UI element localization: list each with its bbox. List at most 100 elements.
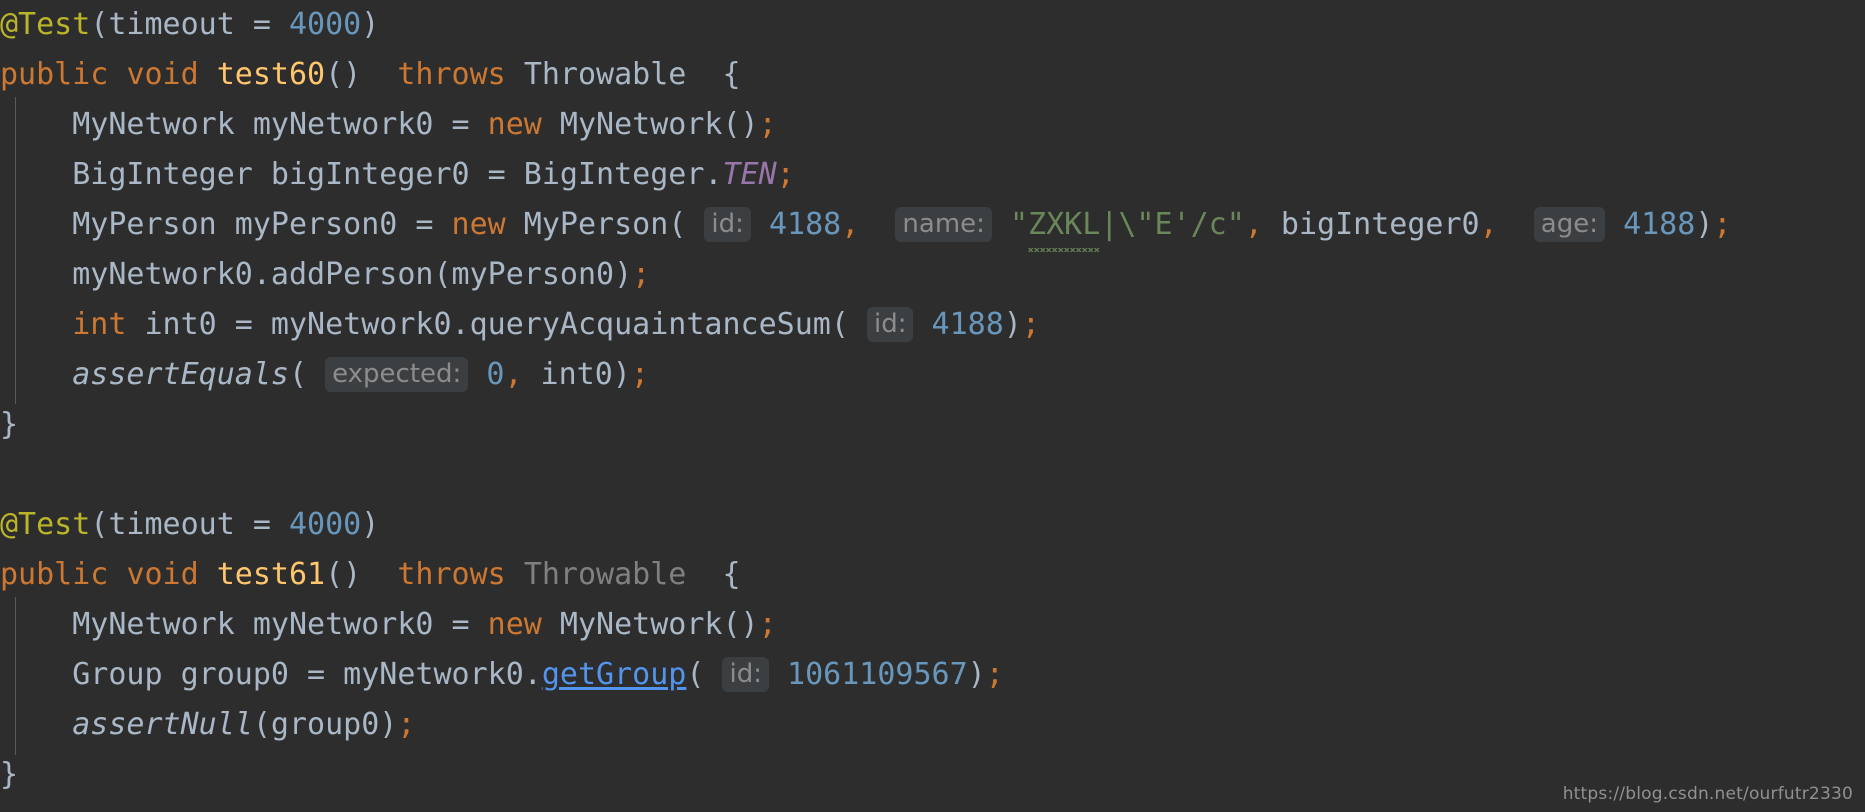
code-line[interactable]: BigInteger bigInteger0 = BigInteger.TEN; xyxy=(0,150,1865,200)
code-token-punct: { xyxy=(722,557,741,592)
code-token-default: int0 = myNetwork0.queryAcquaintanceSum( xyxy=(126,307,849,342)
code-line[interactable]: assertNull(group0); xyxy=(0,700,1865,750)
code-token-keyword: new xyxy=(487,107,542,142)
code-token-comma: , xyxy=(1244,207,1263,242)
code-token-default xyxy=(849,307,867,342)
code-line[interactable]: MyNetwork myNetwork0 = new MyNetwork(); xyxy=(0,100,1865,150)
code-token-default: = xyxy=(234,507,289,542)
code-token-number: 4188 xyxy=(768,207,842,242)
code-line[interactable]: Group group0 = myNetwork0.getGroup( id: … xyxy=(0,650,1865,700)
code-token-default xyxy=(769,657,787,692)
code-token-string: |\"E'/c" xyxy=(1100,207,1245,242)
inline-parameter-hint[interactable]: expected: xyxy=(325,357,469,392)
code-editor[interactable]: @Test(timeout = 4000) public void test60(… xyxy=(0,0,1865,812)
code-token-default: MyPerson myPerson0 = xyxy=(72,207,452,242)
code-token-keyword: void xyxy=(126,57,199,92)
code-line[interactable]: MyPerson myPerson0 = new MyPerson( id: 4… xyxy=(0,200,1865,252)
code-token-default xyxy=(751,207,769,242)
code-token-default: Group group0 = myNetwork0. xyxy=(72,657,542,692)
code-token-comma: , xyxy=(1479,207,1498,242)
code-token-default xyxy=(913,307,931,342)
code-token-const: TEN xyxy=(722,157,777,192)
code-token-semi: ; xyxy=(985,657,1004,692)
code-token-default: BigInteger bigInteger0 = BigInteger. xyxy=(72,157,723,192)
code-token-default xyxy=(307,357,325,392)
code-token-default xyxy=(108,57,126,92)
code-token-default xyxy=(859,207,895,242)
code-token-default xyxy=(704,657,722,692)
code-token-annotation: @Test xyxy=(0,507,91,542)
code-token-default xyxy=(992,207,1010,242)
inline-parameter-hint[interactable]: name: xyxy=(895,207,992,242)
code-token-semi: ; xyxy=(758,107,777,142)
code-token-default: MyNetwork myNetwork0 = xyxy=(72,607,488,642)
code-token-semi: ; xyxy=(758,607,777,642)
inline-parameter-hint[interactable]: id: xyxy=(704,207,751,242)
code-token-semi: ; xyxy=(630,357,649,392)
code-token-semi: ; xyxy=(1021,307,1040,342)
code-token-default xyxy=(686,207,704,242)
code-content[interactable]: @Test(timeout = 4000) public void test60(… xyxy=(0,0,1865,812)
code-token-keyword: throws xyxy=(397,57,506,92)
inline-parameter-hint[interactable]: id: xyxy=(722,657,769,692)
inline-parameter-hint[interactable]: age: xyxy=(1533,207,1605,242)
code-line[interactable]: } xyxy=(0,400,1865,450)
code-token-default: MyNetwork() xyxy=(541,607,759,642)
spelling-warning-text: ZXKL xyxy=(1028,200,1101,252)
code-token-number: 4188 xyxy=(1623,207,1696,242)
code-line[interactable]: int int0 = myNetwork0.queryAcquaintanceS… xyxy=(0,300,1865,350)
code-line[interactable]: MyNetwork myNetwork0 = new MyNetwork(); xyxy=(0,600,1865,650)
code-token-default xyxy=(199,57,217,92)
code-token-number: 4000 xyxy=(289,7,362,42)
code-token-keyword: void xyxy=(126,557,199,592)
code-token-default xyxy=(108,557,126,592)
code-token-default: bigInteger0 xyxy=(1262,207,1480,242)
code-token-default: = xyxy=(234,7,289,42)
code-token-punct: ) xyxy=(967,657,986,692)
code-token-dim: Throwable xyxy=(523,557,687,592)
code-token-semi: ; xyxy=(776,157,795,192)
code-line[interactable]: myNetwork0.addPerson(myPerson0); xyxy=(0,250,1865,300)
code-token-default xyxy=(1498,207,1534,242)
code-token-default: myNetwork0.addPerson(myPerson0) xyxy=(72,257,633,292)
code-token-punct: ( xyxy=(686,657,705,692)
code-token-semi: ; xyxy=(1713,207,1732,242)
code-token-default: MyNetwork() xyxy=(541,107,759,142)
code-token-punct: ) xyxy=(1695,207,1714,242)
method-reference-link[interactable]: getGroup xyxy=(542,657,687,692)
inline-parameter-hint[interactable]: id: xyxy=(866,307,914,342)
code-token-default xyxy=(199,557,217,592)
code-line[interactable]: assertEquals( expected: 0, int0); xyxy=(0,350,1865,400)
code-token-static: assertNull xyxy=(72,707,253,742)
code-token-number: 4188 xyxy=(931,307,1004,342)
code-token-punct: ) xyxy=(361,7,380,42)
code-token-default xyxy=(506,557,524,592)
code-token-annotation: @Test xyxy=(0,7,91,42)
code-line[interactable] xyxy=(0,450,1865,500)
code-token-keyword: new xyxy=(487,607,542,642)
code-line[interactable]: @Test(timeout = 4000) xyxy=(0,0,1865,50)
code-token-default: timeout xyxy=(108,7,235,42)
code-line[interactable]: public void test61() throws Throwable { xyxy=(0,550,1865,600)
code-token-keyword: throws xyxy=(397,557,506,592)
code-token-default: MyNetwork myNetwork0 = xyxy=(72,107,488,142)
code-token-default xyxy=(686,557,722,592)
code-token-default: int0) xyxy=(522,357,631,392)
code-token-default: MyPerson( xyxy=(505,207,687,242)
code-token-static: assertEquals xyxy=(72,357,289,392)
code-token-method: test60 xyxy=(216,57,326,92)
code-token-default xyxy=(1605,207,1623,242)
code-token-punct: } xyxy=(0,757,19,792)
code-line[interactable]: @Test(timeout = 4000) xyxy=(0,500,1865,550)
code-token-semi: ; xyxy=(397,707,416,742)
code-line[interactable]: public void test60() throws Throwable { xyxy=(0,50,1865,100)
